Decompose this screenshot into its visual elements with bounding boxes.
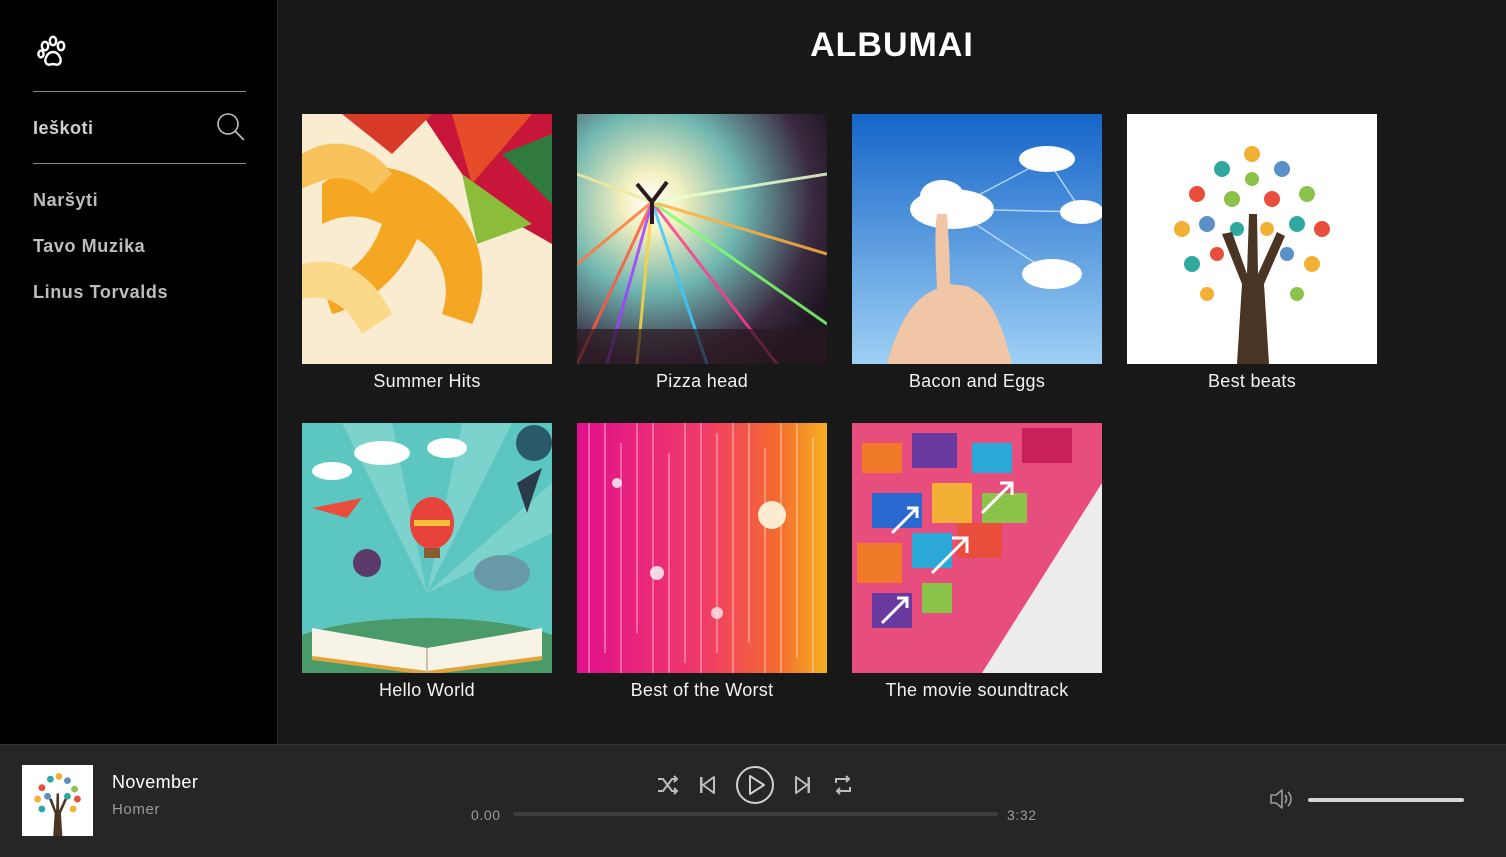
album-title: Hello World xyxy=(379,680,475,700)
paw-icon[interactable] xyxy=(37,34,69,70)
sidebar-divider-top xyxy=(33,91,246,92)
duration: 3:32 xyxy=(1007,807,1037,823)
album-cover[interactable] xyxy=(577,114,827,364)
repeat-icon[interactable] xyxy=(832,774,854,796)
album-title: Pizza head xyxy=(655,371,749,391)
progress-bar[interactable] xyxy=(513,812,998,816)
sidebar-item-profile[interactable]: Linus Torvalds xyxy=(33,282,168,303)
shuffle-icon[interactable] xyxy=(656,774,680,796)
next-icon[interactable] xyxy=(794,775,812,795)
album-title: Bacon and Eggs xyxy=(908,371,1046,391)
main-content: ALBUMAI Summer Hits Pizza head Bacon and… xyxy=(278,0,1506,744)
sidebar-item-browse[interactable]: Naršyti xyxy=(33,190,98,211)
album-card-bacon-and-eggs[interactable]: Bacon and Eggs xyxy=(852,114,1102,392)
volume-icon[interactable] xyxy=(1268,787,1294,811)
album-title: Summer Hits xyxy=(373,371,481,391)
previous-icon[interactable] xyxy=(698,775,716,795)
sidebar: Ieškoti Naršyti Tavo Muzika Linus Torval… xyxy=(0,0,278,744)
sidebar-item-your-music[interactable]: Tavo Muzika xyxy=(33,236,145,257)
search-row[interactable]: Ieškoti xyxy=(33,108,246,148)
album-card-best-beats[interactable]: Best beats xyxy=(1127,114,1377,392)
album-cover[interactable] xyxy=(302,114,552,364)
page-title: ALBUMAI xyxy=(810,26,974,64)
album-card-summer-hits[interactable]: Summer Hits xyxy=(302,114,552,392)
search-icon[interactable] xyxy=(216,112,246,142)
album-title: Best of the Worst xyxy=(630,680,774,700)
album-cover[interactable] xyxy=(1127,114,1377,364)
album-card-the-movie-soundtrack[interactable]: The movie soundtrack xyxy=(852,423,1102,701)
volume-fill xyxy=(1308,798,1464,802)
album-card-hello-world[interactable]: Hello World xyxy=(302,423,552,701)
now-playing-cover[interactable] xyxy=(22,765,93,836)
album-cover[interactable] xyxy=(852,114,1102,364)
play-icon[interactable] xyxy=(735,765,775,805)
volume-slider[interactable] xyxy=(1308,798,1464,802)
album-title: The movie soundtrack xyxy=(885,680,1069,700)
current-time: 0.00 xyxy=(471,807,501,823)
album-cover[interactable] xyxy=(302,423,552,673)
now-playing-title[interactable]: November xyxy=(112,772,198,793)
player-bar: November Homer 0.00 3:32 xyxy=(0,744,1506,857)
album-card-pizza-head[interactable]: Pizza head xyxy=(577,114,827,392)
album-title: Best beats xyxy=(1207,371,1297,391)
search-label[interactable]: Ieškoti xyxy=(33,118,94,139)
album-card-best-of-the-worst[interactable]: Best of the Worst xyxy=(577,423,827,701)
album-cover[interactable] xyxy=(577,423,827,673)
now-playing-artist[interactable]: Homer xyxy=(112,801,160,818)
sidebar-divider-bottom xyxy=(33,163,246,164)
album-cover[interactable] xyxy=(852,423,1102,673)
